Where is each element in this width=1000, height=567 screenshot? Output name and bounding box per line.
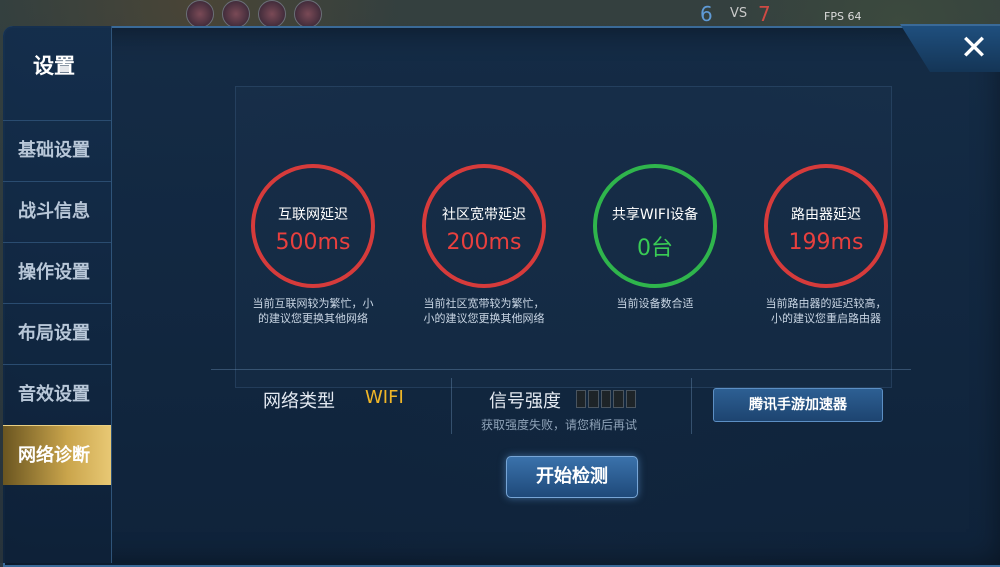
metric-note: 当前设备数合适 [616, 297, 694, 310]
signal-strength-label: 信号强度 [489, 391, 561, 412]
signal-strength-note: 获取强度失败，请您稍后再试 [481, 418, 638, 432]
sidebar-item-battle-info[interactable]: 战斗信息 [3, 181, 111, 241]
metric-note: 当前互联网较为繁忙，小 的建议您更换其他网络 [252, 297, 374, 325]
metric-value: 199ms [788, 230, 864, 255]
metric-community-latency: 社区宽带延迟 200ms [422, 164, 546, 288]
metric-internet-latency: 互联网延迟 500ms [251, 164, 375, 288]
metric-note: 当前社区宽带较为繁忙， 小的建议您更换其他网络 [423, 297, 545, 325]
tencent-accelerator-button[interactable]: 腾讯手游加速器 [713, 388, 883, 422]
hero-avatar [258, 0, 286, 28]
divider [691, 378, 692, 434]
network-type-value: WIFI [365, 387, 404, 408]
team-score-right: 7 [758, 2, 771, 26]
metric-shared-wifi-devices: 共享WIFI设备 0台 [593, 164, 717, 288]
signal-bar [613, 390, 624, 408]
metric-router-latency: 路由器延迟 199ms [764, 164, 888, 288]
vs-label: VS [730, 6, 748, 21]
network-diagnosis-content: 互联网延迟 500ms 当前互联网较为繁忙，小 的建议您更换其他网络 社区宽带延迟… [111, 26, 1000, 563]
metric-value: 500ms [275, 230, 351, 255]
signal-bar [625, 390, 637, 408]
signal-bar [600, 390, 612, 408]
sidebar-item-layout[interactable]: 布局设置 [3, 303, 111, 363]
metric-value: 200ms [446, 230, 522, 255]
start-detection-button[interactable]: 开始检测 [506, 456, 638, 498]
team-score-left: 6 [700, 2, 713, 26]
fps-counter: FPS 64 [824, 10, 862, 23]
metric-label: 社区宽带延迟 [442, 207, 526, 223]
settings-sidebar: 设置 基础设置 战斗信息 操作设置 布局设置 音效设置 网络诊断 [3, 26, 112, 563]
sidebar-item-network-diagnosis[interactable]: 网络诊断 [3, 425, 111, 485]
metric-label: 互联网延迟 [278, 207, 348, 223]
divider [211, 369, 911, 370]
sidebar-item-basic[interactable]: 基础设置 [3, 120, 111, 180]
hero-avatar [294, 0, 322, 28]
metric-label: 路由器延迟 [791, 207, 861, 223]
hero-avatar [186, 0, 214, 28]
metric-label: 共享WIFI设备 [611, 207, 699, 223]
network-type-label: 网络类型 [263, 391, 335, 412]
signal-strength-bars [576, 390, 637, 408]
signal-bar [588, 390, 599, 408]
metric-note: 当前路由器的延迟较高， 小的建议您重启路由器 [765, 297, 887, 325]
sidebar-item-controls[interactable]: 操作设置 [3, 242, 111, 302]
sidebar-item-audio[interactable]: 音效设置 [3, 364, 111, 424]
metric-value: 0台 [637, 236, 673, 261]
hero-avatar [222, 0, 250, 28]
signal-bar [576, 390, 587, 408]
divider [451, 378, 452, 434]
page-title: 设置 [33, 54, 75, 78]
game-hud: 6 VS 7 FPS 64 [0, 0, 1000, 28]
